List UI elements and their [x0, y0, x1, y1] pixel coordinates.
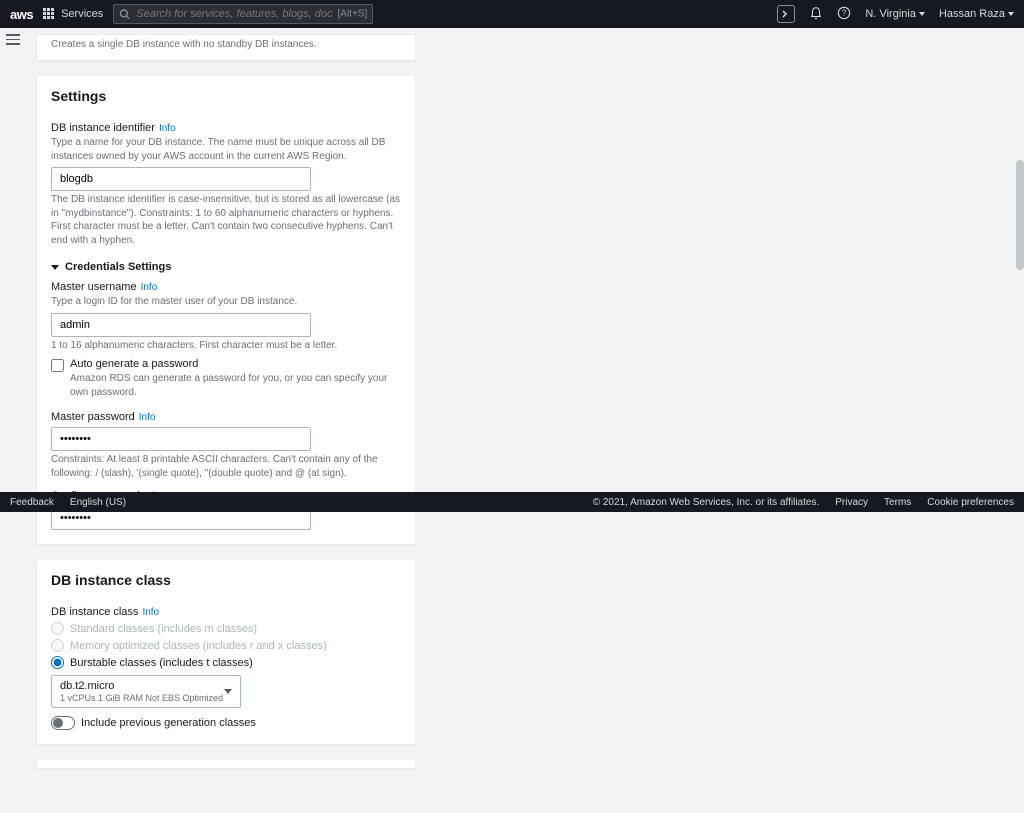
main-content: Creates a single DB instance with no sta…	[36, 28, 416, 813]
radio-input[interactable]	[51, 656, 64, 669]
account-menu[interactable]: Hassan Raza	[939, 8, 1014, 20]
help-icon[interactable]: ?	[837, 6, 851, 23]
auto-generate-password-checkbox[interactable]	[51, 359, 64, 372]
radio-standard-classes[interactable]: Standard classes (includes m classes)	[51, 622, 401, 635]
terms-link[interactable]: Terms	[884, 497, 911, 508]
instance-class-label: DB instance classInfo	[51, 606, 401, 618]
sidebar-toggle-icon[interactable]	[6, 34, 20, 46]
select-value: db.t2.micro	[60, 680, 223, 692]
scrollbar-thumb[interactable]	[1016, 160, 1024, 270]
instance-class-select[interactable]: db.t2.micro 1 vCPUs 1 GiB RAM Not EBS Op…	[51, 675, 241, 708]
auto-generate-password-label: Auto generate a password	[70, 358, 401, 370]
master-username-help: Type a login ID for the master user of y…	[51, 295, 401, 309]
feedback-link[interactable]: Feedback	[10, 497, 54, 508]
footer-bar: Feedback English (US) © 2021, Amazon Web…	[0, 492, 1024, 512]
radio-input	[51, 639, 64, 652]
master-password-input[interactable]	[51, 427, 311, 451]
select-sub: 1 vCPUs 1 GiB RAM Not EBS Optimized	[60, 693, 223, 703]
include-previous-gen-toggle[interactable]	[51, 716, 75, 730]
db-identifier-constraints: The DB instance identifier is case-insen…	[51, 193, 401, 247]
caret-down-icon	[1008, 12, 1014, 16]
search-icon	[119, 9, 130, 20]
radio-burstable-classes[interactable]: Burstable classes (includes t classes)	[51, 656, 401, 669]
info-link[interactable]: Info	[142, 607, 159, 618]
svg-text:?: ?	[842, 8, 847, 17]
settings-header: Settings	[37, 76, 415, 110]
master-username-constraints: 1 to 16 alphanumeric characters. First c…	[51, 339, 401, 353]
search-shortcut: [Alt+S]	[338, 9, 368, 20]
chevron-down-icon	[224, 689, 232, 694]
master-password-label: Master passwordInfo	[51, 411, 401, 423]
next-panel-peek	[36, 759, 416, 769]
db-identifier-label: DB instance identifierInfo	[51, 122, 401, 134]
auto-generate-password-help: Amazon RDS can generate a password for y…	[70, 372, 401, 399]
services-link[interactable]: Services	[61, 8, 103, 20]
cookie-preferences-link[interactable]: Cookie preferences	[927, 497, 1014, 508]
credentials-toggle[interactable]: Credentials Settings	[51, 261, 401, 273]
cloudshell-icon[interactable]	[777, 5, 795, 23]
top-navbar: aws Services [Alt+S] ? N. Virginia Hassa…	[0, 0, 1024, 28]
search-input[interactable]	[113, 4, 373, 24]
instance-class-header: DB instance class	[37, 560, 415, 594]
notifications-icon[interactable]	[809, 6, 823, 23]
language-selector[interactable]: English (US)	[70, 497, 129, 508]
instance-class-panel: DB instance class DB instance classInfo …	[36, 559, 416, 745]
chevron-down-icon	[51, 265, 59, 270]
info-link[interactable]: Info	[139, 412, 156, 423]
search-wrap: [Alt+S]	[113, 4, 373, 24]
radio-input	[51, 622, 64, 635]
info-link[interactable]: Info	[141, 282, 158, 293]
caret-down-icon	[919, 12, 925, 16]
include-previous-gen-label: Include previous generation classes	[81, 717, 256, 729]
radio-memory-classes[interactable]: Memory optimized classes (includes r and…	[51, 639, 401, 652]
copyright-text: © 2021, Amazon Web Services, Inc. or its…	[593, 497, 820, 508]
apps-grid-icon[interactable]	[43, 8, 55, 20]
aws-logo[interactable]: aws	[10, 7, 33, 22]
master-username-input[interactable]	[51, 313, 311, 337]
db-identifier-input[interactable]	[51, 167, 311, 191]
master-username-label: Master usernameInfo	[51, 281, 401, 293]
option-description: Creates a single DB instance with no sta…	[37, 35, 415, 60]
info-link[interactable]: Info	[159, 123, 176, 134]
master-password-constraints: Constraints: At least 8 printable ASCII …	[51, 453, 401, 480]
settings-panel: Settings DB instance identifierInfo Type…	[36, 75, 416, 545]
db-identifier-help: Type a name for your DB instance. The na…	[51, 136, 401, 163]
region-selector[interactable]: N. Virginia	[865, 8, 925, 20]
deployment-option-panel-remnant: Creates a single DB instance with no sta…	[36, 34, 416, 61]
privacy-link[interactable]: Privacy	[835, 497, 868, 508]
